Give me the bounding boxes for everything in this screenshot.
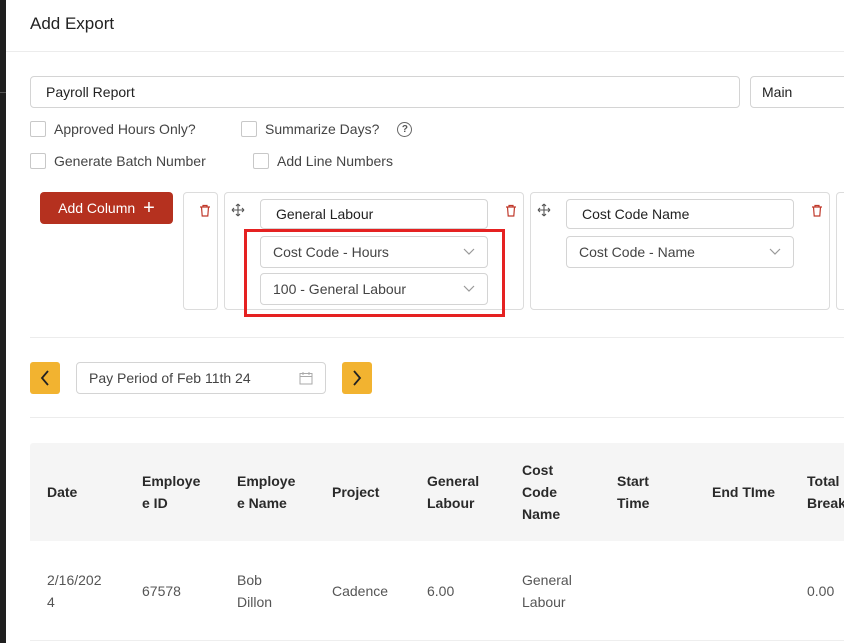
column-type-value: Cost Code - Name: [579, 244, 695, 260]
chevron-down-icon: [769, 248, 781, 255]
table-header: Date Employee ID Employee Name Project G…: [30, 443, 844, 541]
section-divider: [30, 417, 844, 418]
trash-icon[interactable]: [199, 204, 211, 217]
cell-end-time: [695, 541, 790, 640]
header-cost-code-name: Cost Code Name: [522, 462, 561, 522]
add-column-label: Add Column: [58, 200, 136, 216]
header-project: Project: [332, 484, 380, 500]
line-numbers-label: Add Line Numbers: [277, 153, 393, 169]
help-icon[interactable]: ?: [397, 121, 413, 137]
chevron-left-icon: [40, 370, 49, 386]
view-select[interactable]: Main: [750, 76, 844, 108]
plus-icon: +: [143, 197, 155, 219]
header-total-break: Total Break: [807, 473, 844, 511]
batch-number-label: Generate Batch Number: [54, 153, 206, 169]
line-numbers-checkbox[interactable]: [253, 153, 269, 169]
cell-date: 2/16/2024: [47, 571, 102, 610]
pay-period-picker[interactable]: Pay Period of Feb 11th 24: [76, 362, 326, 394]
section-divider: [30, 337, 844, 338]
cell-project: Cadence: [332, 582, 389, 599]
chevron-right-icon: [353, 370, 362, 386]
export-name-input[interactable]: Payroll Report: [30, 76, 740, 108]
trash-icon[interactable]: [505, 204, 517, 217]
highlight-box: [244, 229, 505, 317]
batch-number-option[interactable]: Generate Batch Number: [30, 153, 206, 169]
summarize-days-checkbox[interactable]: [241, 121, 257, 137]
approved-hours-label: Approved Hours Only?: [54, 121, 196, 137]
column-type-select[interactable]: Cost Code - Name: [566, 236, 794, 268]
cell-total-break: 0.00: [807, 582, 835, 599]
approved-hours-checkbox[interactable]: [30, 121, 46, 137]
header-date: Date: [47, 484, 78, 500]
summarize-days-label: Summarize Days?: [265, 121, 380, 137]
cell-employee-name: Bob Dillon: [237, 571, 273, 610]
dialog-title: Add Export: [30, 14, 115, 33]
cell-general-labour: 6.00: [427, 582, 455, 599]
column-name-input[interactable]: Cost Code Name: [566, 199, 794, 229]
batch-number-checkbox[interactable]: [30, 153, 46, 169]
export-preview-table: Date Employee ID Employee Name Project G…: [30, 443, 844, 641]
header-end-time: End TIme: [712, 484, 776, 500]
header-employee-name: Employee Name: [237, 473, 296, 511]
approved-hours-option[interactable]: Approved Hours Only?: [30, 121, 196, 137]
line-numbers-option[interactable]: Add Line Numbers: [253, 153, 393, 169]
calendar-icon: [299, 372, 313, 385]
add-export-dialog: Add Export Payroll Report Main Approved …: [6, 0, 844, 643]
cell-employee-id: 67578: [142, 582, 181, 599]
header-divider: [6, 51, 844, 52]
move-icon[interactable]: [537, 203, 551, 217]
cell-cost-code-name: General Labour: [522, 571, 572, 610]
header-employee-id: Employee ID: [142, 473, 201, 511]
column-card-cost-code-name: Cost Code Name Cost Code - Name: [530, 192, 830, 310]
add-column-button[interactable]: Add Column +: [40, 192, 173, 224]
move-icon[interactable]: [231, 203, 245, 217]
summarize-days-option[interactable]: Summarize Days? ?: [241, 121, 413, 137]
header-start-time: Start Time: [617, 473, 650, 511]
pay-period-value: Pay Period of Feb 11th 24: [89, 370, 251, 386]
header-general-labour: General Labour: [427, 473, 480, 511]
trash-icon[interactable]: [811, 204, 823, 217]
table-row[interactable]: 2/16/2024 67578 Bob Dillon Cadence 6.00 …: [30, 541, 844, 641]
column-card-partial: [183, 192, 218, 310]
next-period-button[interactable]: [342, 362, 372, 394]
cell-start-time: [600, 541, 695, 640]
column-card-partial-right: [836, 192, 844, 310]
column-name-input[interactable]: General Labour: [260, 199, 488, 229]
previous-period-button[interactable]: [30, 362, 60, 394]
